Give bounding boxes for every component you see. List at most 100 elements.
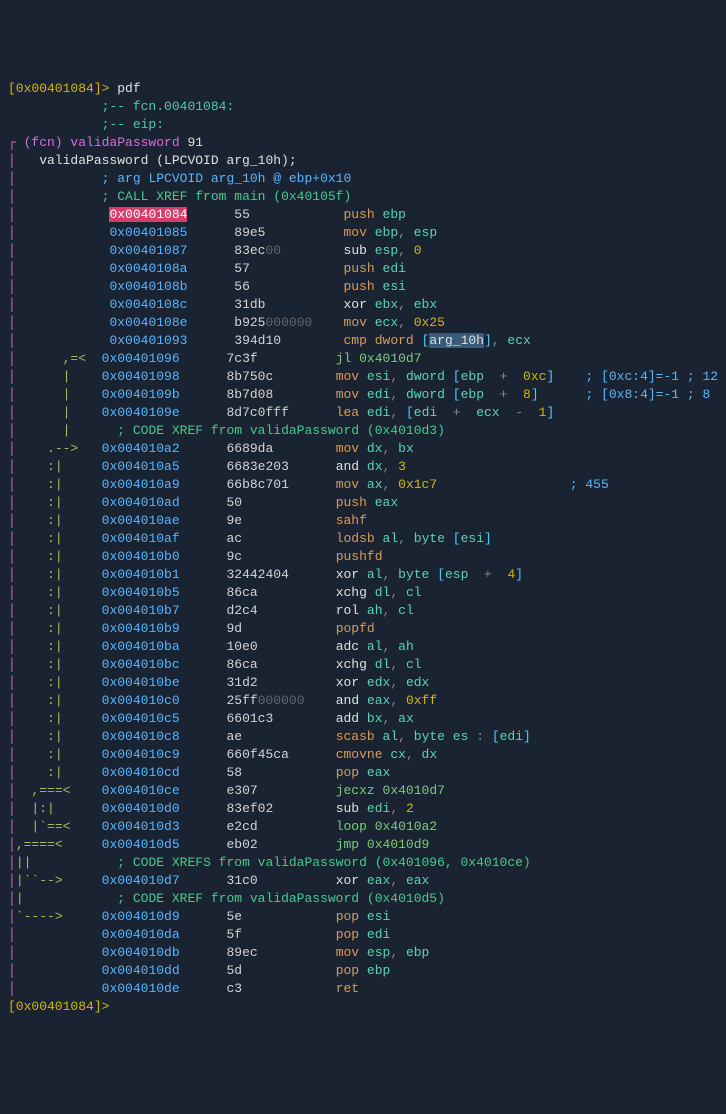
hex-bytes: 31c0 bbox=[226, 873, 257, 888]
operands: esi bbox=[383, 279, 406, 294]
address[interactable]: 0x004010c9 bbox=[102, 747, 180, 762]
flow-graph: :| bbox=[16, 747, 102, 762]
hex-bytes: 6683e203 bbox=[226, 459, 288, 474]
mnemonic: rol bbox=[336, 603, 359, 618]
flow-graph bbox=[16, 297, 110, 312]
address[interactable]: 0x004010db bbox=[102, 945, 180, 960]
mnemonic: xor bbox=[336, 675, 359, 690]
address[interactable]: 0x004010b9 bbox=[102, 621, 180, 636]
address[interactable]: 0x004010da bbox=[102, 927, 180, 942]
hex-bytes: 394d10 bbox=[234, 333, 281, 348]
jump-target[interactable]: 0x4010a2 bbox=[375, 819, 437, 834]
flow-graph bbox=[16, 927, 102, 942]
address[interactable]: 0x0040108a bbox=[109, 261, 187, 276]
address[interactable]: 0x004010dd bbox=[102, 963, 180, 978]
operands: edi, dword [ebp + 8] bbox=[367, 387, 539, 402]
hex-bytes: 7c3f bbox=[226, 351, 257, 366]
address[interactable]: 0x00401085 bbox=[109, 225, 187, 240]
address[interactable]: 0x004010b1 bbox=[102, 567, 180, 582]
mnemonic: lea bbox=[336, 405, 359, 420]
address[interactable]: 0x004010b0 bbox=[102, 549, 180, 564]
operands: esi, dword [ebp + 0xc] bbox=[367, 369, 554, 384]
operands: edi, [edi + ecx - 1] bbox=[367, 405, 554, 420]
hex-bytes: 9d bbox=[226, 621, 242, 636]
mnemonic: sahf bbox=[336, 513, 367, 528]
address[interactable]: 0x004010d0 bbox=[102, 801, 180, 816]
address[interactable]: 0x004010c0 bbox=[102, 693, 180, 708]
address[interactable]: 0x0040108e bbox=[109, 315, 187, 330]
address[interactable]: 0x004010c8 bbox=[102, 729, 180, 744]
mnemonic: mov bbox=[336, 369, 359, 384]
jump-target[interactable]: 0x4010d7 bbox=[359, 351, 421, 366]
hex-bytes: ae bbox=[226, 729, 242, 744]
jump-target[interactable]: 0x4010d7 bbox=[383, 783, 445, 798]
address[interactable]: 0x004010d3 bbox=[102, 819, 180, 834]
mnemonic: cmovne bbox=[336, 747, 383, 762]
hex-bytes: 83ef02 bbox=[226, 801, 273, 816]
address[interactable]: 0x004010af bbox=[102, 531, 180, 546]
hex-bytes: 55 bbox=[234, 207, 250, 222]
hex-bytes: e2cd bbox=[226, 819, 257, 834]
address[interactable]: 0x004010b7 bbox=[102, 603, 180, 618]
hex-bytes: 8b7d08 bbox=[226, 387, 273, 402]
operands: esi bbox=[367, 909, 390, 924]
address[interactable]: 0x004010be bbox=[102, 675, 180, 690]
address[interactable]: 0x004010b5 bbox=[102, 585, 180, 600]
hex-bytes: 6601c3 bbox=[226, 711, 273, 726]
address[interactable]: 0x004010c5 bbox=[102, 711, 180, 726]
address[interactable]: 0x004010d9 bbox=[102, 909, 180, 924]
flow-graph bbox=[16, 243, 110, 258]
mnemonic: push bbox=[344, 207, 375, 222]
mnemonic: and bbox=[336, 693, 359, 708]
call-xref: ; CALL XREF from main (0x40105f) bbox=[102, 189, 352, 204]
current-address[interactable]: 0x00401084 bbox=[109, 207, 187, 222]
hex-bytes: 5e bbox=[226, 909, 242, 924]
flow-graph: :| bbox=[16, 585, 102, 600]
hex-bytes: 5f bbox=[226, 927, 242, 942]
flow-graph: :| bbox=[16, 603, 102, 618]
flow-graph bbox=[16, 207, 110, 222]
hex-bytes: 89e5 bbox=[234, 225, 265, 240]
inline-comment: ; 455 bbox=[570, 477, 609, 492]
fcn-name: validaPassword bbox=[70, 135, 179, 150]
address[interactable]: 0x004010d5 bbox=[102, 837, 180, 852]
address[interactable]: 0x004010ae bbox=[102, 513, 180, 528]
mnemonic: pop bbox=[336, 927, 359, 942]
mnemonic: push bbox=[336, 495, 367, 510]
address[interactable]: 0x004010a2 bbox=[102, 441, 180, 456]
address[interactable]: 0x0040108c bbox=[109, 297, 187, 312]
address[interactable]: 0x004010ad bbox=[102, 495, 180, 510]
hex-bytes: 83ec bbox=[234, 243, 265, 258]
mnemonic: push bbox=[344, 279, 375, 294]
hex-bytes: 5d bbox=[226, 963, 242, 978]
address[interactable]: 0x0040108b bbox=[109, 279, 187, 294]
mnemonic: pop bbox=[336, 909, 359, 924]
jump-target[interactable]: 0x4010d9 bbox=[367, 837, 429, 852]
address[interactable]: 0x004010ba bbox=[102, 639, 180, 654]
fcn-signature: validaPassword (LPCVOID arg_10h); bbox=[39, 153, 296, 168]
flow-graph bbox=[16, 963, 102, 978]
address[interactable]: 0x00401087 bbox=[109, 243, 187, 258]
mnemonic: xchg bbox=[336, 657, 367, 672]
address[interactable]: 0x004010bc bbox=[102, 657, 180, 672]
prompt-address[interactable]: [0x00401084]> bbox=[8, 999, 109, 1014]
flow-graph: :| bbox=[16, 567, 102, 582]
hex-bytes: 9c bbox=[226, 549, 242, 564]
address[interactable]: 0x004010ce bbox=[102, 783, 180, 798]
hex-bytes: 25ff bbox=[226, 693, 257, 708]
address[interactable]: 0x00401096 bbox=[102, 351, 180, 366]
flow-graph: :| bbox=[16, 549, 102, 564]
address[interactable]: 0x00401098 bbox=[102, 369, 180, 384]
address[interactable]: 0x004010a9 bbox=[102, 477, 180, 492]
command-input[interactable]: pdf bbox=[117, 81, 140, 96]
address[interactable]: 0x0040109b bbox=[102, 387, 180, 402]
address[interactable]: 0x00401093 bbox=[109, 333, 187, 348]
mnemonic: sub bbox=[344, 243, 367, 258]
address[interactable]: 0x004010d7 bbox=[102, 873, 180, 888]
address[interactable]: 0x0040109e bbox=[102, 405, 180, 420]
hex-bytes: d2c4 bbox=[226, 603, 257, 618]
operands: dl, cl bbox=[375, 657, 422, 672]
address[interactable]: 0x004010a5 bbox=[102, 459, 180, 474]
address[interactable]: 0x004010de bbox=[102, 981, 180, 996]
address[interactable]: 0x004010cd bbox=[102, 765, 180, 780]
